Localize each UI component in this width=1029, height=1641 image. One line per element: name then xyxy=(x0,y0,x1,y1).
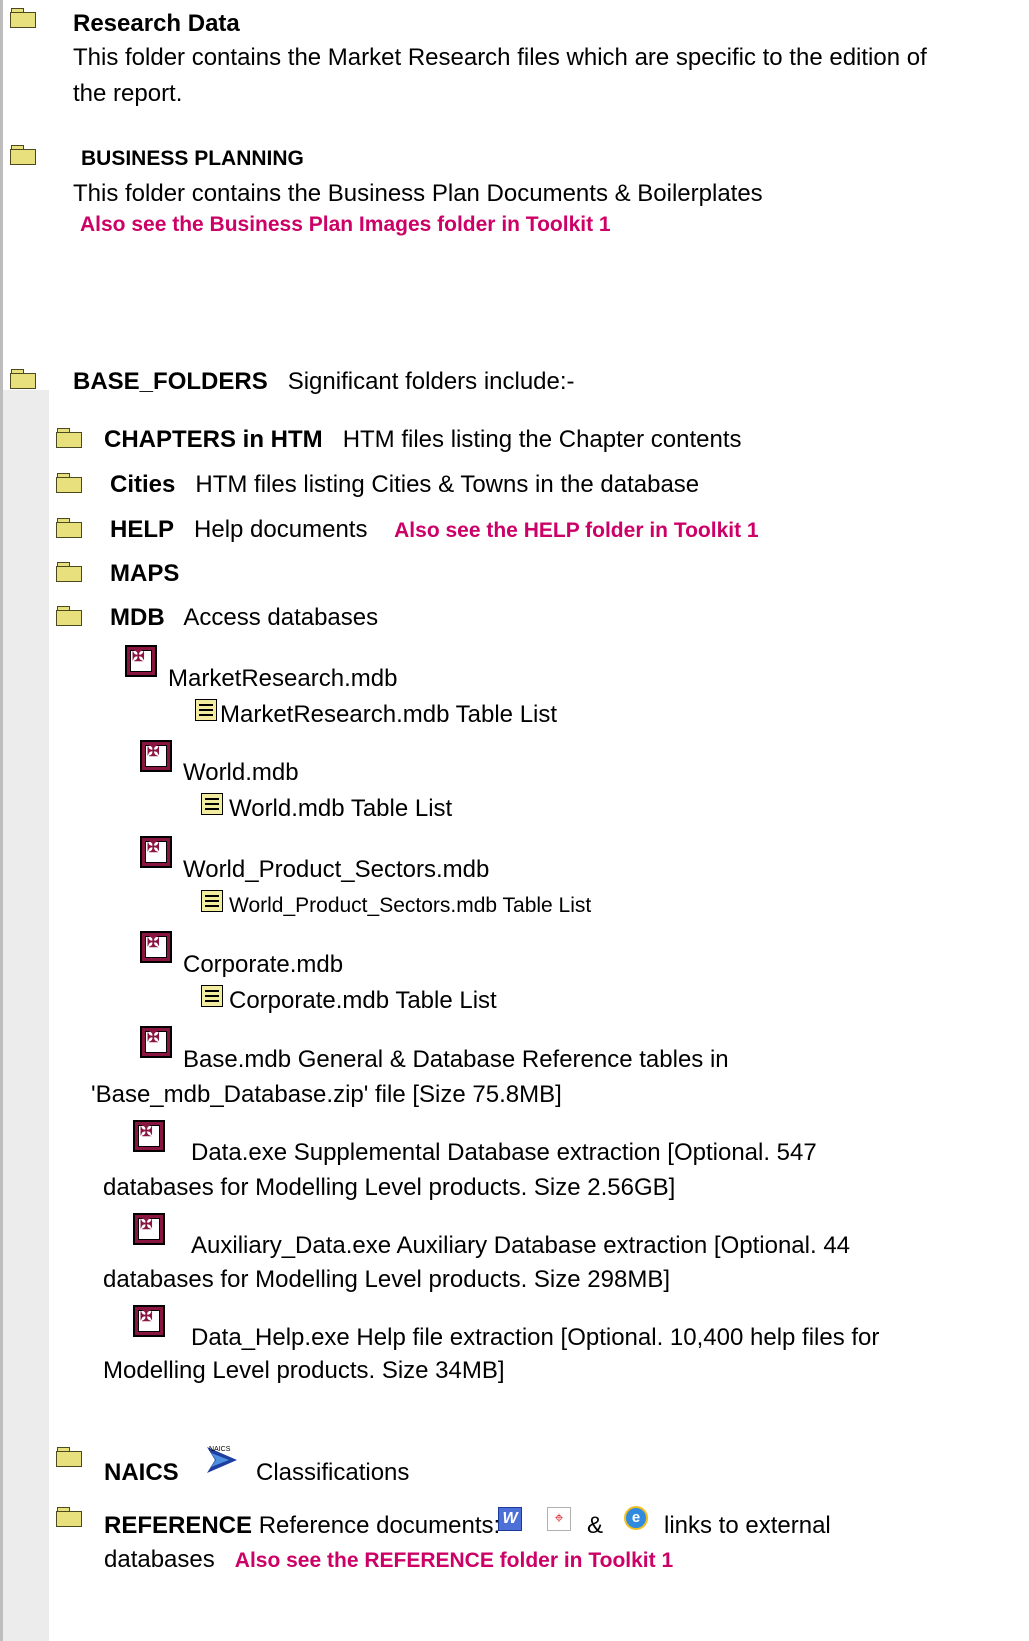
folder-icon xyxy=(56,562,82,582)
help-desc: Help documents xyxy=(194,516,368,543)
base-row: BASE_FOLDERS Significant folders include… xyxy=(73,368,575,396)
word-icon[interactable]: W xyxy=(498,1507,522,1531)
maps-title[interactable]: MAPS xyxy=(110,560,179,588)
folder-icon xyxy=(10,8,36,28)
chapters-row: CHAPTERS in HTM HTM files listing the Ch… xyxy=(104,426,742,454)
naics-logo-text: NAICS xyxy=(209,1446,231,1453)
db5-line1[interactable]: Base.mdb General & Database Reference ta… xyxy=(183,1046,729,1074)
help-row: HELP Help documents Also see the HELP fo… xyxy=(110,516,759,544)
db6-line1[interactable]: Data.exe Supplemental Database extractio… xyxy=(191,1139,817,1167)
reference-tail: links to external xyxy=(664,1512,831,1539)
naics-logo-icon: NAICS xyxy=(205,1443,239,1475)
folder-icon xyxy=(10,145,36,165)
access-database-icon: ✠ xyxy=(140,931,172,963)
db4-name[interactable]: Corporate.mdb xyxy=(183,951,343,979)
folder-icon xyxy=(56,606,82,626)
mdb-desc: Access databases xyxy=(183,604,379,631)
reference-line2: databases xyxy=(104,1546,215,1573)
folder-icon xyxy=(56,518,82,538)
research-title: Research Data xyxy=(73,10,240,37)
cities-row: Cities HTM files listing Cities & Towns … xyxy=(110,471,699,499)
access-database-icon: ✠ xyxy=(133,1213,165,1245)
cities-desc: HTM files listing Cities & Towns in the … xyxy=(195,471,700,498)
document-icon xyxy=(201,985,223,1007)
db8-line1[interactable]: Data_Help.exe Help file extraction [Opti… xyxy=(191,1324,879,1352)
document-icon xyxy=(201,793,223,815)
folder-icon xyxy=(10,369,36,389)
chapters-desc: HTM files listing the Chapter contents xyxy=(342,426,742,453)
folder-icon xyxy=(56,1447,82,1467)
db8-line2: Modelling Level products. Size 34MB] xyxy=(103,1357,505,1384)
reference-link[interactable]: Also see the REFERENCE folder in Toolkit… xyxy=(235,1549,673,1572)
internet-explorer-icon[interactable]: e xyxy=(624,1506,648,1530)
db2-list[interactable]: World.mdb Table List xyxy=(229,795,452,823)
business-title: BUSINESS PLANNING xyxy=(81,147,304,170)
db1-name[interactable]: MarketResearch.mdb xyxy=(168,665,397,693)
db7-line1[interactable]: Auxiliary_Data.exe Auxiliary Database ex… xyxy=(191,1232,850,1260)
db3-name[interactable]: World_Product_Sectors.mdb xyxy=(183,856,489,884)
db5-line2: 'Base_mdb_Database.zip' file [Size 75.8M… xyxy=(91,1081,562,1108)
base-title: BASE_FOLDERS xyxy=(73,368,268,395)
access-database-icon: ✠ xyxy=(125,645,157,677)
business-link[interactable]: Also see the Business Plan Images folder… xyxy=(80,213,611,237)
research-desc-line1: This folder contains the Market Research… xyxy=(73,44,927,71)
reference-amp: & xyxy=(587,1512,604,1539)
business-desc: This folder contains the Business Plan D… xyxy=(73,180,763,207)
reference-desc: Reference documents: xyxy=(258,1512,501,1539)
mdb-row: MDB Access databases xyxy=(110,604,378,632)
indent-column xyxy=(3,390,49,1641)
folder-icon xyxy=(56,1507,82,1527)
help-title[interactable]: HELP xyxy=(110,516,174,543)
document-icon xyxy=(195,699,217,721)
document-icon xyxy=(201,890,223,912)
mdb-title[interactable]: MDB xyxy=(110,604,165,631)
naics-desc: Classifications xyxy=(256,1459,410,1486)
db3-list[interactable]: World_Product_Sectors.mdb Table List xyxy=(229,894,591,918)
db7-line2: databases for Modelling Level products. … xyxy=(103,1266,670,1293)
db6-line2: databases for Modelling Level products. … xyxy=(103,1174,676,1201)
help-link[interactable]: Also see the HELP folder in Toolkit 1 xyxy=(394,519,758,542)
reference-row2: databases Also see the REFERENCE folder … xyxy=(104,1546,673,1574)
base-desc: Significant folders include:- xyxy=(287,368,575,395)
db4-list[interactable]: Corporate.mdb Table List xyxy=(229,987,497,1015)
naics-title[interactable]: NAICS xyxy=(104,1459,179,1487)
access-database-icon: ✠ xyxy=(140,836,172,868)
db2-name[interactable]: World.mdb xyxy=(183,759,299,787)
access-database-icon: ✠ xyxy=(133,1120,165,1152)
cities-title[interactable]: Cities xyxy=(110,471,175,498)
pdf-icon[interactable]: ⌖ xyxy=(547,1507,571,1531)
db1-list[interactable]: MarketResearch.mdb Table List xyxy=(220,701,557,729)
research-desc-line2: the report. xyxy=(73,80,183,107)
chapters-title[interactable]: CHAPTERS in HTM xyxy=(104,426,323,453)
folder-icon xyxy=(56,473,82,493)
access-database-icon: ✠ xyxy=(140,1026,172,1058)
reference-title[interactable]: REFERENCE xyxy=(104,1512,252,1539)
access-database-icon: ✠ xyxy=(140,740,172,772)
reference-row: REFERENCE Reference documents: xyxy=(104,1512,500,1540)
folder-icon xyxy=(56,428,82,448)
access-database-icon: ✠ xyxy=(133,1305,165,1337)
